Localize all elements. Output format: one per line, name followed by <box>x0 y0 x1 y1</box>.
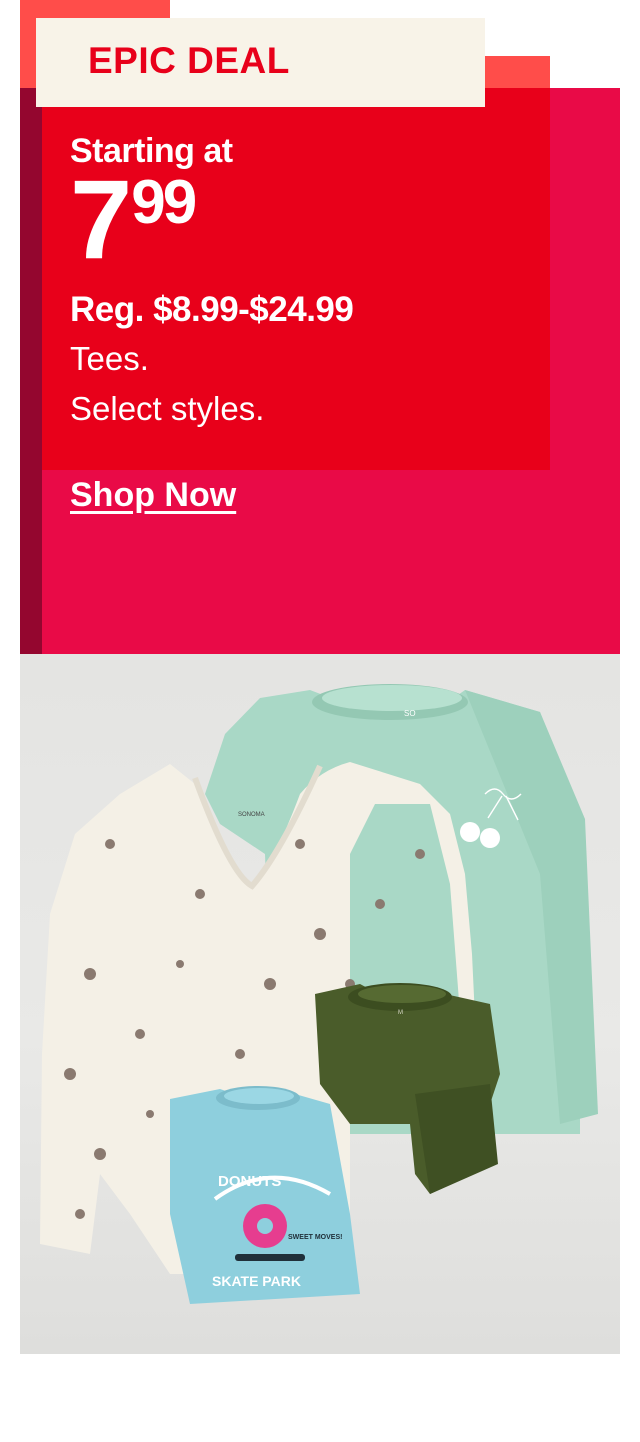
price-dollars: 7 <box>70 157 132 282</box>
price-cents: 99 <box>131 168 197 237</box>
svg-text:SONOMA: SONOMA <box>238 812 265 818</box>
promo-side-stripe <box>20 88 42 654</box>
svg-text:DONUTS: DONUTS <box>218 1173 281 1190</box>
decorative-block-right <box>485 56 550 88</box>
blue-graphic-tee-image: DONUTS SWEET MOVES! SKATE PARK <box>170 1086 360 1304</box>
svg-text:SWEET MOVES!: SWEET MOVES! <box>288 1234 342 1241</box>
svg-text:SO: SO <box>404 709 416 718</box>
svg-text:SKATE PARK: SKATE PARK <box>212 1273 301 1289</box>
regular-price: Reg. $8.99-$24.99 <box>70 290 354 329</box>
shop-now-link[interactable]: Shop Now <box>70 478 236 512</box>
product-description: Tees. <box>70 340 149 377</box>
svg-text:M: M <box>398 1010 403 1016</box>
deal-tag-label: EPIC DEAL <box>88 40 290 81</box>
product-photo[interactable]: SO SONOMA M DONUTS SWEET MOVES! SKATE PA… <box>20 654 620 1354</box>
promo-banner: EPIC DEAL Starting at 7 99 Reg. $8.99-$2… <box>0 0 640 1442</box>
product-qualifier: Select styles. <box>70 390 265 427</box>
sale-price: 7 99 <box>70 157 197 282</box>
